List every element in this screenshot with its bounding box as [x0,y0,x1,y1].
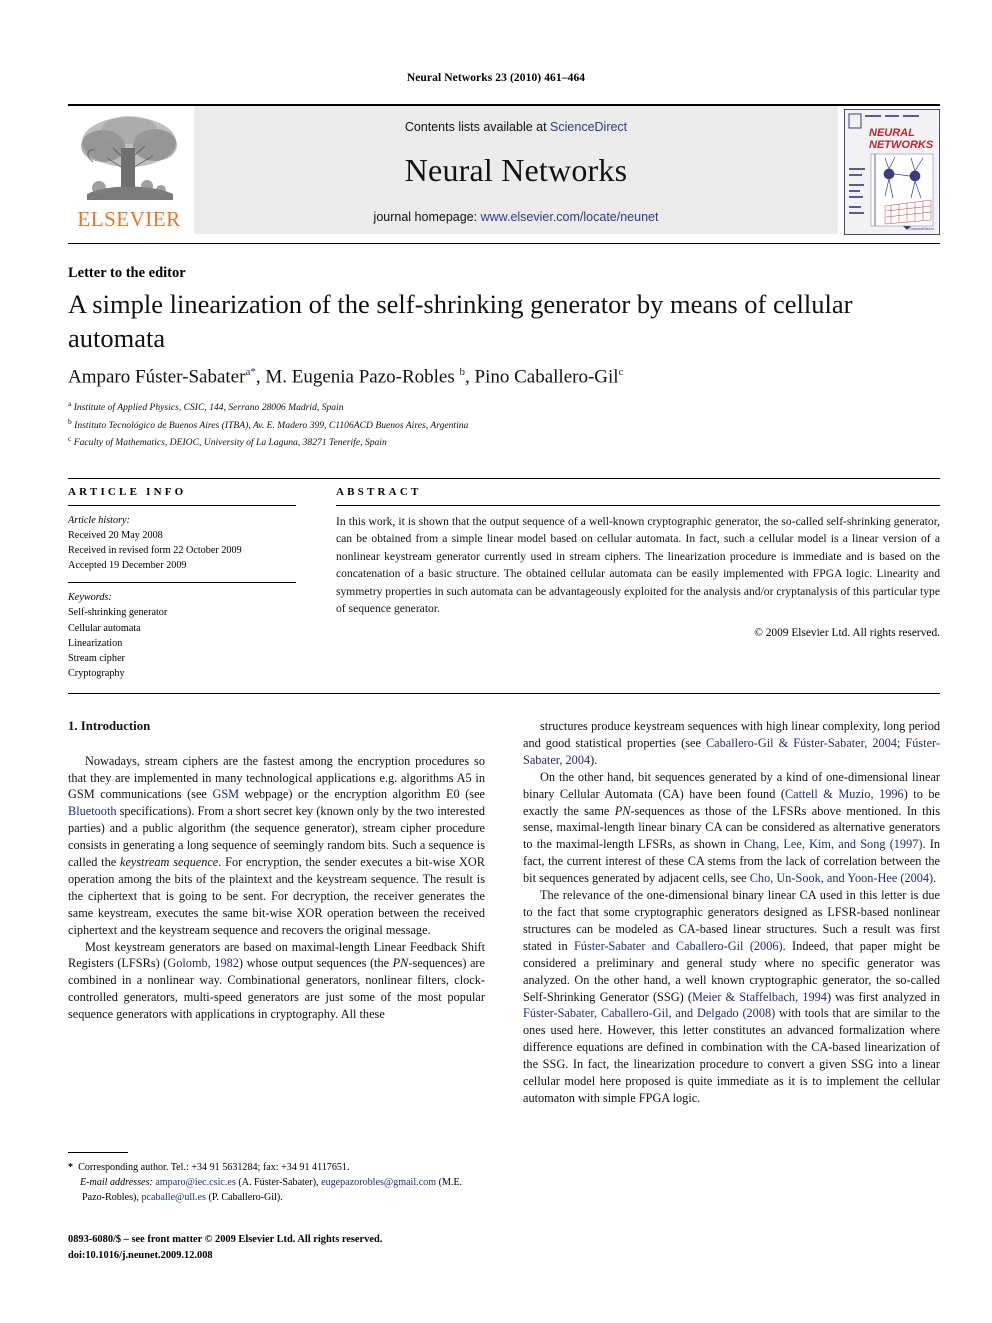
paper-page: Neural Networks 23 (2010) 461–464 ELSEVI… [0,0,992,1323]
journal-homepage-link[interactable]: www.elsevier.com/locate/neunet [481,210,659,224]
header-divider [68,243,940,244]
left-column-paragraphs: Nowadays, stream ciphers are the fastest… [68,753,485,1024]
abstract-column: ABSTRACT In this work, it is shown that … [336,486,940,639]
keywords-block: Keywords: Self-shrinking generator Cellu… [68,590,296,681]
author-list: Amparo Fúster-Sabatera*, M. Eugenia Pazo… [68,366,624,388]
elsevier-wordmark: ELSEVIER [77,207,181,231]
body-column-right: structures produce keystream sequences w… [523,718,940,1107]
keyword-item: Linearization [68,637,123,649]
banner-center: Contents lists available at ScienceDirec… [194,106,838,234]
info-abstract-band: ARTICLE INFO Article history: Received 2… [68,478,940,694]
abstract-copyright: © 2009 Elsevier Ltd. All rights reserved… [754,627,940,640]
email-addresses-note: E-mail addresses: amparo@iec.csic.es (A.… [80,1177,463,1204]
body-paragraph: The relevance of the one-dimensional bin… [523,888,940,1105]
history-item: Received 20 May 2008 [68,530,163,542]
elsevier-tree-icon [73,112,185,204]
right-column-paragraphs: structures produce keystream sequences w… [523,718,940,1107]
footnote-text: * Corresponding author. Tel.: +34 91 563… [68,1160,485,1205]
journal-title: Neural Networks [404,152,628,188]
elsevier-logo: ELSEVIER [68,106,190,234]
affiliation-item: a Institute of Applied Physics, CSIC, 14… [68,399,344,414]
abstract-heading: ABSTRACT [336,486,422,498]
page-title: A simple linearization of the self-shrin… [68,289,853,353]
body-columns: 1. Introduction Nowadays, stream ciphers… [68,718,940,1226]
article-info-heading: ARTICLE INFO [68,486,187,498]
sciencedirect-link[interactable]: ScienceDirect [550,120,627,134]
svg-text:ScienceDirect: ScienceDirect [909,226,935,231]
keywords-label: Keywords: [68,592,112,604]
footnote-block: * Corresponding author. Tel.: +34 91 563… [68,1152,485,1205]
keyword-item: Self-shrinking generator [68,607,168,619]
keyword-item: Cellular automata [68,622,141,634]
body-paragraph: On the other hand, bit sequences generat… [523,769,941,886]
doi-line: doi:10.1016/j.neunet.2009.12.008 [68,1250,213,1262]
footnote-rule [68,1152,128,1153]
affiliation-item: c Faculty of Mathematics, DEIOC, Univers… [68,434,387,449]
article-info-column: ARTICLE INFO Article history: Received 2… [68,486,296,681]
body-paragraph: Most keystream generators are based on m… [68,939,485,1022]
abstract-rule [336,505,940,506]
affiliation-list: a Institute of Applied Physics, CSIC, 14… [68,398,928,451]
imprint-block: 0893-6080/$ – see front matter © 2009 El… [68,1232,568,1264]
section-heading-introduction: 1. Introduction [68,719,151,733]
abstract-text: In this work, it is shown that the outpu… [336,515,940,615]
article-type: Letter to the editor [68,265,186,281]
keyword-item: Cryptography [68,667,125,679]
body-paragraph: structures produce keystream sequences w… [523,719,940,767]
body-column-left: 1. Introduction Nowadays, stream ciphers… [68,718,485,1023]
contents-prefix: Contents lists available at [404,120,551,134]
journal-homepage-line: journal homepage: www.elsevier.com/locat… [194,210,838,224]
journal-cover-thumbnail: NEURAL NETWORKS ScienceDirect [844,109,940,235]
article-history-label: Article history: [68,515,130,526]
affiliation-item: b Instituto Tecnológico de Buenos Aires … [68,416,469,431]
history-item: Accepted 19 December 2009 [68,560,187,572]
contents-available-line: Contents lists available at ScienceDirec… [194,120,838,134]
band-bottom-rule [68,693,940,694]
homepage-prefix: journal homepage: [373,210,481,224]
keyword-item: Stream cipher [68,652,125,664]
svg-text:NETWORKS: NETWORKS [869,139,934,151]
info-separator [68,582,296,584]
article-history-block: Article history: Received 20 May 2008 Re… [68,513,296,573]
body-paragraph: Nowadays, stream ciphers are the fastest… [68,753,486,937]
history-item: Received in revised form 22 October 2009 [68,545,242,557]
corresponding-author-note: * Corresponding author. Tel.: +34 91 563… [68,1162,350,1173]
running-head: Neural Networks 23 (2010) 461–464 [406,72,586,84]
svg-text:NEURAL: NEURAL [869,127,915,139]
article-info-rule [68,505,296,506]
front-matter-line: 0893-6080/$ – see front matter © 2009 El… [68,1234,383,1245]
band-top-rule [68,478,940,479]
journal-banner: ELSEVIER Contents lists available at Sci… [68,104,940,235]
